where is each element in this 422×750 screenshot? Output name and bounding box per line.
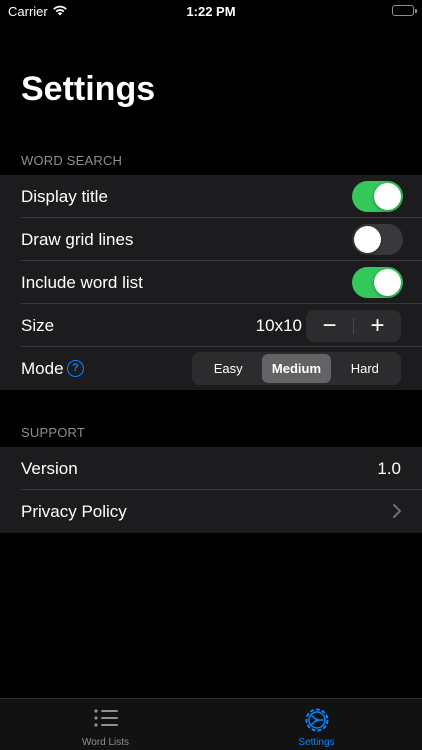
tab-word-lists-label: Word Lists bbox=[81, 737, 130, 748]
help-icon[interactable]: ? bbox=[67, 360, 84, 377]
toggle-knob bbox=[374, 183, 401, 210]
section-header-support: SUPPORT bbox=[21, 425, 86, 440]
version-value: 1.0 bbox=[377, 458, 401, 478]
tab-settings[interactable]: Settings bbox=[211, 699, 422, 750]
draw-grid-lines-row: Draw grid lines bbox=[0, 218, 422, 261]
gear-icon bbox=[304, 707, 330, 732]
toggle-knob bbox=[374, 269, 401, 296]
mode-segmented-control: Easy Medium Hard bbox=[192, 352, 401, 385]
tab-settings-label: Settings bbox=[298, 737, 335, 748]
tab-bar: Word Lists Settings bbox=[0, 698, 422, 750]
support-group: Version 1.0 Privacy Policy bbox=[0, 447, 422, 533]
include-word-list-row: Include word list bbox=[0, 261, 422, 304]
mode-label: Mode bbox=[21, 358, 64, 378]
decrement-button[interactable]: − bbox=[306, 310, 353, 342]
version-label: Version bbox=[21, 458, 78, 478]
mode-row: Mode ? Easy Medium Hard bbox=[0, 347, 422, 390]
privacy-policy-row[interactable]: Privacy Policy bbox=[0, 490, 422, 533]
size-row: Size 10x10 − + bbox=[0, 304, 422, 347]
page-title: Settings bbox=[21, 70, 156, 108]
display-title-toggle[interactable] bbox=[352, 181, 403, 212]
draw-grid-lines-toggle[interactable] bbox=[352, 224, 403, 255]
include-word-list-label: Include word list bbox=[21, 272, 143, 292]
version-row: Version 1.0 bbox=[0, 447, 422, 490]
clock: 1:22 PM bbox=[186, 4, 236, 19]
section-header-word-search: WORD SEARCH bbox=[21, 153, 123, 168]
mode-option-medium[interactable]: Medium bbox=[262, 354, 331, 383]
toggle-knob bbox=[354, 226, 381, 253]
privacy-policy-label: Privacy Policy bbox=[21, 501, 127, 521]
draw-grid-lines-label: Draw grid lines bbox=[21, 229, 134, 249]
size-label: Size bbox=[21, 315, 55, 335]
display-title-label: Display title bbox=[21, 186, 108, 206]
display-title-row: Display title bbox=[0, 175, 422, 218]
tab-word-lists[interactable]: Word Lists bbox=[0, 699, 211, 750]
mode-option-easy[interactable]: Easy bbox=[194, 354, 262, 383]
mode-option-hard[interactable]: Hard bbox=[331, 354, 399, 383]
size-stepper: − + bbox=[306, 310, 401, 342]
word-search-group: Display title Draw grid lines Include wo… bbox=[0, 175, 422, 390]
increment-button[interactable]: + bbox=[354, 310, 401, 342]
chevron-right-icon bbox=[393, 504, 401, 523]
battery-icon bbox=[392, 5, 417, 16]
list-icon bbox=[93, 707, 119, 731]
include-word-list-toggle[interactable] bbox=[352, 267, 403, 298]
size-value: 10x10 bbox=[255, 315, 302, 335]
status-bar: Carrier 1:22 PM bbox=[0, 0, 422, 24]
